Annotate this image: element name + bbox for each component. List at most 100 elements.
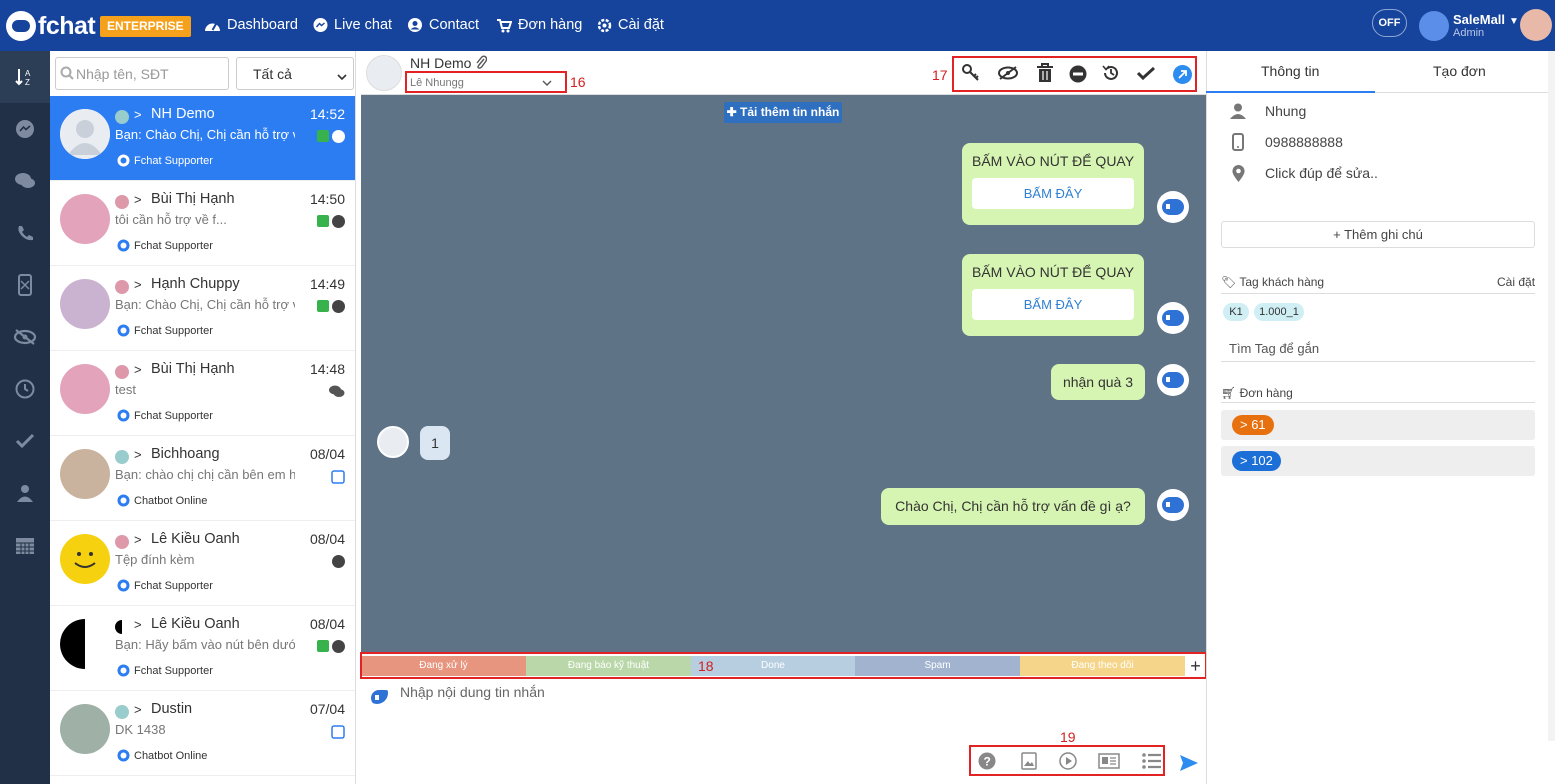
- order-badge[interactable]: > 61: [1232, 415, 1274, 435]
- conversation-item[interactable]: > Lê Kiều Oanh 08/04 Bạn: Hãy bấm vào nú…: [50, 606, 355, 691]
- chevron-down-icon[interactable]: ▼: [1509, 16, 1519, 27]
- customer-message-bubble: 1: [420, 426, 450, 460]
- list-icon[interactable]: [1142, 753, 1162, 772]
- chevron-right-icon: >: [134, 107, 142, 122]
- tag-section-title: 🏷︎ Tag khách hàng: [1221, 275, 1325, 289]
- annotation-label: 16: [570, 74, 586, 90]
- customer-tag[interactable]: 1.000_1: [1254, 303, 1304, 321]
- customer-address[interactable]: Click đúp để sửa..: [1265, 165, 1378, 181]
- order-row[interactable]: > 102: [1221, 446, 1535, 476]
- sort-az-icon[interactable]: AZ: [0, 51, 50, 103]
- trash-icon[interactable]: [1036, 63, 1054, 86]
- divider: [1221, 402, 1535, 403]
- fchat-logo[interactable]: fchat: [6, 10, 96, 42]
- play-icon[interactable]: [1059, 752, 1077, 773]
- conversation-item[interactable]: > Hạnh Chuppy 14:49 Bạn: Chào Chị, Chị c…: [50, 266, 355, 351]
- contact-name: Bichhoang: [151, 446, 220, 462]
- messenger-filter-icon[interactable]: [0, 103, 50, 155]
- shop-name[interactable]: SaleMall: [1453, 12, 1505, 27]
- comments-icon[interactable]: [0, 155, 50, 207]
- message-preview: tôi cần hỗ trợ về f...: [115, 212, 227, 227]
- timestamp: 14:48: [309, 361, 345, 377]
- user-icon[interactable]: [0, 467, 50, 519]
- key-icon[interactable]: [962, 64, 980, 85]
- bot-logo-icon: [6, 11, 36, 41]
- left-sidebar: AZ: [0, 51, 50, 784]
- phone-icon: [317, 130, 329, 142]
- conversation-item[interactable]: > Bùi Thị Hạnh 14:50 tôi cần hỗ trợ về f…: [50, 181, 355, 266]
- order-row[interactable]: > 61: [1221, 410, 1535, 440]
- conversation-item[interactable]: > Lê Kiều Oanh 08/04 Tệp đính kèm Fchat …: [50, 521, 355, 606]
- filter-select[interactable]: Tất cả: [236, 57, 354, 90]
- eye-slash-icon[interactable]: [0, 311, 50, 363]
- question-icon[interactable]: ?: [978, 752, 996, 773]
- tab-create-order[interactable]: Tạo đơn: [1433, 63, 1486, 79]
- conversation-item[interactable]: > Bùi Thị Hạnh 14:48 test Fchat Supporte…: [50, 351, 355, 436]
- message-preview: Bạn: chào chị chị cần bên em h...: [115, 467, 295, 482]
- mobile-off-icon[interactable]: [0, 259, 50, 311]
- user-icon: [1230, 103, 1246, 122]
- phone-icon: [317, 215, 329, 227]
- customer-tag[interactable]: K1: [1223, 303, 1249, 321]
- conversation-item[interactable]: > Bichhoang 08/04 Bạn: chào chị chị cần …: [50, 436, 355, 521]
- user-avatar[interactable]: [1520, 9, 1552, 41]
- message-action-button[interactable]: BẤM ĐÂY: [972, 289, 1134, 320]
- cart-icon: [496, 18, 512, 33]
- chevron-right-icon: >: [134, 362, 142, 377]
- store-icon[interactable]: [1419, 11, 1449, 41]
- calendar-icon[interactable]: [0, 519, 50, 571]
- chevron-right-icon: >: [134, 702, 142, 717]
- agent-name: Fchat Supporter: [134, 579, 213, 592]
- page-avatar: [115, 705, 129, 719]
- avatar: [60, 364, 110, 414]
- check-icon[interactable]: [0, 415, 50, 467]
- scrollbar[interactable]: [1548, 51, 1555, 741]
- annotation-box: [405, 71, 567, 93]
- timestamp: 08/04: [309, 616, 345, 632]
- nav-live-chat[interactable]: Live chat: [313, 17, 392, 33]
- chevron-right-icon: >: [134, 192, 142, 207]
- tab-info[interactable]: Thông tin: [1261, 63, 1319, 79]
- plus-icon: ✚: [726, 105, 741, 119]
- timestamp: 14:50: [309, 191, 345, 207]
- customer-name[interactable]: Nhung: [1265, 103, 1306, 119]
- chevron-right-icon: >: [134, 277, 142, 292]
- nav-settings[interactable]: Cài đặt: [597, 17, 664, 33]
- contact-name: Dustin: [151, 701, 193, 717]
- phone-icon[interactable]: [0, 207, 50, 259]
- eye-slash-icon[interactable]: [997, 65, 1019, 84]
- timestamp: 07/04: [309, 701, 345, 717]
- clock-icon[interactable]: [0, 363, 50, 415]
- agent-name: Fchat Supporter: [134, 324, 213, 337]
- search-input[interactable]: Nhập tên, SĐT: [55, 57, 229, 90]
- nav-dashboard[interactable]: Dashboard: [204, 17, 298, 33]
- load-more-button[interactable]: ✚ Tải thêm tin nhắn: [724, 102, 842, 123]
- customer-phone[interactable]: 0988888888: [1265, 134, 1343, 150]
- check-icon[interactable]: [1136, 66, 1156, 84]
- image-icon[interactable]: [1021, 752, 1037, 773]
- online-toggle[interactable]: OFF: [1372, 9, 1407, 37]
- tag-settings-link[interactable]: Cài đặt: [1497, 275, 1535, 289]
- message-bubble: BẤM VÀO NÚT ĐỂ QUAY BẤM ĐÂY: [962, 254, 1144, 336]
- send-icon[interactable]: [1179, 754, 1199, 775]
- tag-search-input[interactable]: Tìm Tag để gắn: [1229, 341, 1319, 356]
- external-link-icon[interactable]: [1173, 65, 1192, 84]
- nav-contact[interactable]: Contact: [407, 17, 479, 33]
- message-input[interactable]: Nhập nội dung tin nhắn: [400, 684, 545, 700]
- conversation-item[interactable]: > NH Demo 14:52 Bạn: Chào Chị, Chị cần h…: [50, 96, 355, 181]
- block-icon[interactable]: [1069, 65, 1087, 86]
- nav-orders[interactable]: Đơn hàng: [496, 17, 582, 33]
- card-icon[interactable]: [1098, 753, 1120, 772]
- message-action-button[interactable]: BẤM ĐÂY: [972, 178, 1134, 209]
- add-note-button[interactable]: + Thêm ghi chú: [1221, 221, 1535, 248]
- order-badge[interactable]: > 102: [1232, 451, 1281, 471]
- conversation-item[interactable]: > Dustin 07/04 DK 1438 Chatbot Online: [50, 691, 355, 776]
- contact-name: Lê Kiều Oanh: [151, 531, 240, 547]
- contact-icon: [407, 17, 423, 33]
- bot-avatar: [366, 682, 388, 704]
- page-avatar: [115, 365, 129, 379]
- annotation-label: 19: [1060, 729, 1076, 745]
- history-icon[interactable]: [1102, 64, 1120, 85]
- agent-bot-icon: [117, 324, 130, 337]
- paperclip-icon[interactable]: [475, 55, 488, 72]
